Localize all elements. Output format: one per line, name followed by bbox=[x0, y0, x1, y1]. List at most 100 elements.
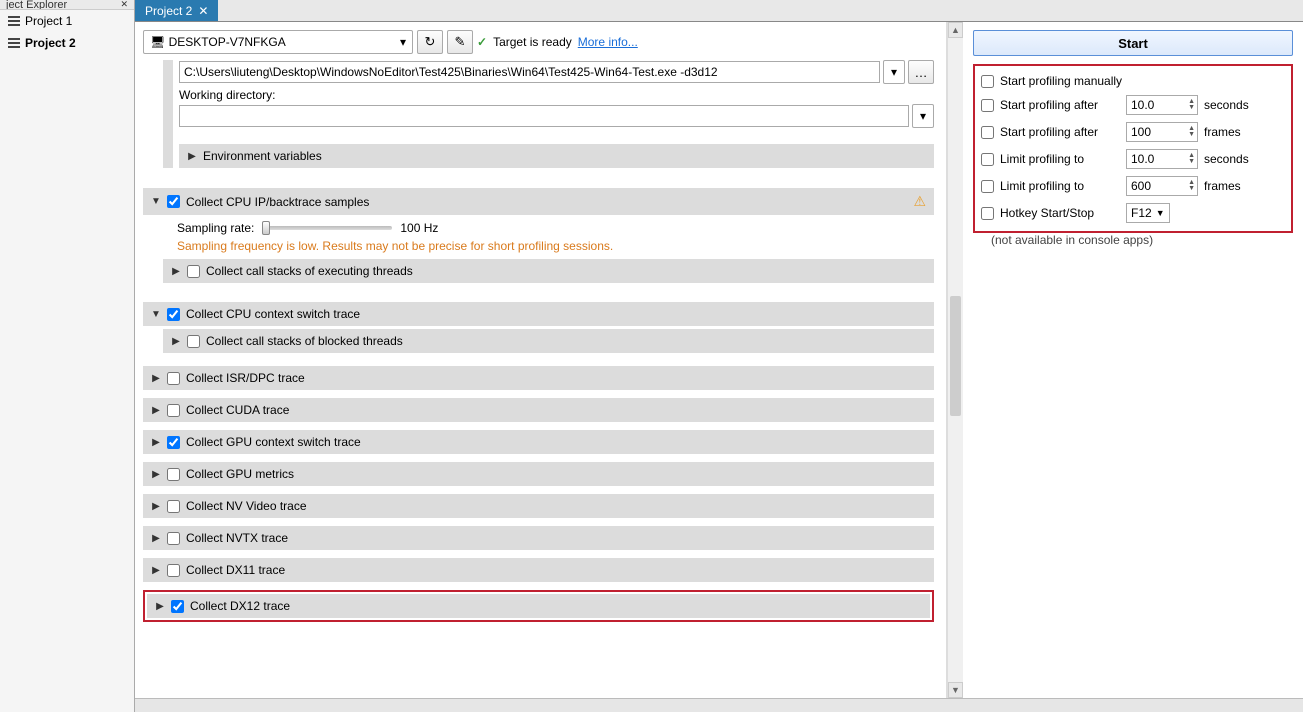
gpu-ctx-section[interactable]: ▶ Collect GPU context switch trace bbox=[143, 430, 934, 454]
cpu-ip-section[interactable]: ▼ Collect CPU IP/backtrace samples ⚠ bbox=[143, 188, 934, 215]
dx11-checkbox[interactable] bbox=[167, 564, 180, 577]
nvtx-label: Collect NVTX trace bbox=[186, 531, 926, 545]
limit-frames-spinner[interactable]: 600 ▲▼ bbox=[1126, 176, 1198, 196]
hotkey-select[interactable]: F12 ▼ bbox=[1126, 203, 1170, 223]
expand-icon[interactable]: ▶ bbox=[171, 336, 181, 347]
hotkey-label: Hotkey Start/Stop bbox=[1000, 206, 1120, 220]
spinner-buttons-icon[interactable]: ▲▼ bbox=[1188, 180, 1195, 192]
gpu-metrics-label: Collect GPU metrics bbox=[186, 467, 926, 481]
collapse-icon[interactable]: ▼ bbox=[151, 309, 161, 320]
after-frames-unit: frames bbox=[1204, 125, 1241, 139]
isr-checkbox[interactable] bbox=[167, 372, 180, 385]
manual-label: Start profiling manually bbox=[1000, 74, 1122, 88]
hotkey-note: (not available in console apps) bbox=[991, 233, 1293, 247]
spinner-buttons-icon[interactable]: ▲▼ bbox=[1188, 99, 1195, 111]
scroll-down-icon[interactable]: ▼ bbox=[948, 682, 963, 698]
limit-sec-spinner[interactable]: 10.0 ▲▼ bbox=[1126, 149, 1198, 169]
expand-icon[interactable]: ▶ bbox=[187, 151, 197, 162]
cpu-ip-label: Collect CPU IP/backtrace samples bbox=[186, 195, 907, 209]
command-path-input[interactable] bbox=[179, 61, 880, 83]
working-dir-dropdown[interactable]: ▾ bbox=[912, 104, 934, 128]
status-bar bbox=[135, 698, 1303, 712]
hotkey-checkbox[interactable] bbox=[981, 207, 994, 220]
tab-project-2[interactable]: Project 2 ✕ bbox=[135, 0, 218, 21]
after-frames-checkbox[interactable] bbox=[981, 126, 994, 139]
isr-label: Collect ISR/DPC trace bbox=[186, 371, 926, 385]
nvtx-checkbox[interactable] bbox=[167, 532, 180, 545]
cuda-checkbox[interactable] bbox=[167, 404, 180, 417]
gpu-ctx-checkbox[interactable] bbox=[167, 436, 180, 449]
sidebar-item-project-2[interactable]: Project 2 bbox=[0, 32, 134, 54]
env-vars-label: Environment variables bbox=[203, 149, 926, 163]
collapse-icon[interactable]: ✕ bbox=[120, 0, 128, 10]
wrench-button[interactable]: ✎ bbox=[447, 30, 473, 54]
cuda-section[interactable]: ▶ Collect CUDA trace bbox=[143, 398, 934, 422]
after-sec-checkbox[interactable] bbox=[981, 99, 994, 112]
limit-sec-value: 10.0 bbox=[1131, 152, 1154, 166]
expand-icon[interactable]: ▶ bbox=[151, 437, 161, 448]
limit-frames-unit: frames bbox=[1204, 179, 1241, 193]
ctx-switch-section[interactable]: ▼ Collect CPU context switch trace bbox=[143, 302, 934, 326]
expand-icon[interactable]: ▶ bbox=[151, 565, 161, 576]
device-icon: 🖥 bbox=[150, 35, 165, 49]
command-dropdown[interactable]: ▾ bbox=[883, 60, 905, 84]
dx12-checkbox[interactable] bbox=[171, 600, 184, 613]
callstack-exec-label: Collect call stacks of executing threads bbox=[206, 264, 926, 278]
dx11-section[interactable]: ▶ Collect DX11 trace bbox=[143, 558, 934, 582]
callstack-blocked-checkbox[interactable] bbox=[187, 335, 200, 348]
start-button[interactable]: Start bbox=[973, 30, 1293, 56]
dx12-section[interactable]: ▶ Collect DX12 trace bbox=[147, 594, 930, 618]
env-vars-section[interactable]: ▶ Environment variables bbox=[179, 144, 934, 168]
target-device-combo[interactable]: 🖥 DESKTOP-V7NFKGA ▾ bbox=[143, 30, 413, 54]
hotkey-value: F12 bbox=[1131, 206, 1152, 220]
browse-command-button[interactable]: … bbox=[908, 60, 934, 84]
project-explorer-header: ject Explorer ✕ bbox=[0, 0, 134, 10]
expand-icon[interactable]: ▶ bbox=[151, 405, 161, 416]
vertical-scrollbar[interactable]: ▲ ▼ bbox=[947, 22, 963, 698]
expand-icon[interactable]: ▶ bbox=[151, 533, 161, 544]
nv-video-section[interactable]: ▶ Collect NV Video trace bbox=[143, 494, 934, 518]
callstack-exec-checkbox[interactable] bbox=[187, 265, 200, 278]
project-explorer-title: ject Explorer bbox=[6, 0, 67, 10]
expand-icon[interactable]: ▶ bbox=[151, 469, 161, 480]
limit-frames-value: 600 bbox=[1131, 179, 1151, 193]
spinner-buttons-icon[interactable]: ▲▼ bbox=[1188, 126, 1195, 138]
expand-icon[interactable]: ▶ bbox=[171, 266, 181, 277]
expand-icon[interactable]: ▶ bbox=[151, 501, 161, 512]
profiling-options-box: Start profiling manually Start profiling… bbox=[973, 64, 1293, 233]
sidebar-item-label: Project 1 bbox=[25, 14, 72, 28]
scroll-up-icon[interactable]: ▲ bbox=[948, 22, 963, 38]
ctx-switch-checkbox[interactable] bbox=[167, 308, 180, 321]
sidebar-item-project-1[interactable]: Project 1 bbox=[0, 10, 134, 32]
limit-sec-unit: seconds bbox=[1204, 152, 1249, 166]
refresh-button[interactable]: ↻ bbox=[417, 30, 443, 54]
isr-section[interactable]: ▶ Collect ISR/DPC trace bbox=[143, 366, 934, 390]
limit-sec-checkbox[interactable] bbox=[981, 153, 994, 166]
close-icon[interactable]: ✕ bbox=[198, 4, 208, 18]
sampling-rate-slider[interactable] bbox=[262, 226, 392, 230]
after-sec-label: Start profiling after bbox=[1000, 98, 1120, 112]
chevron-down-icon: ▼ bbox=[1156, 208, 1165, 218]
warning-icon: ⚠ bbox=[913, 193, 926, 210]
nv-video-checkbox[interactable] bbox=[167, 500, 180, 513]
working-dir-input[interactable] bbox=[179, 105, 909, 127]
chevron-down-icon: ▾ bbox=[400, 35, 406, 49]
cpu-ip-checkbox[interactable] bbox=[167, 195, 180, 208]
after-frames-spinner[interactable]: 100 ▲▼ bbox=[1126, 122, 1198, 142]
gpu-metrics-checkbox[interactable] bbox=[167, 468, 180, 481]
nvtx-section[interactable]: ▶ Collect NVTX trace bbox=[143, 526, 934, 550]
after-frames-value: 100 bbox=[1131, 125, 1151, 139]
callstack-exec-section[interactable]: ▶ Collect call stacks of executing threa… bbox=[163, 259, 934, 283]
limit-frames-label: Limit profiling to bbox=[1000, 179, 1120, 193]
sampling-rate-label: Sampling rate: bbox=[177, 221, 254, 235]
gpu-metrics-section[interactable]: ▶ Collect GPU metrics bbox=[143, 462, 934, 486]
manual-checkbox[interactable] bbox=[981, 75, 994, 88]
callstack-blocked-section[interactable]: ▶ Collect call stacks of blocked threads bbox=[163, 329, 934, 353]
expand-icon[interactable]: ▶ bbox=[155, 601, 165, 612]
limit-frames-checkbox[interactable] bbox=[981, 180, 994, 193]
after-sec-spinner[interactable]: 10.0 ▲▼ bbox=[1126, 95, 1198, 115]
collapse-icon[interactable]: ▼ bbox=[151, 196, 161, 207]
spinner-buttons-icon[interactable]: ▲▼ bbox=[1188, 153, 1195, 165]
more-info-link[interactable]: More info... bbox=[578, 35, 638, 49]
expand-icon[interactable]: ▶ bbox=[151, 373, 161, 384]
